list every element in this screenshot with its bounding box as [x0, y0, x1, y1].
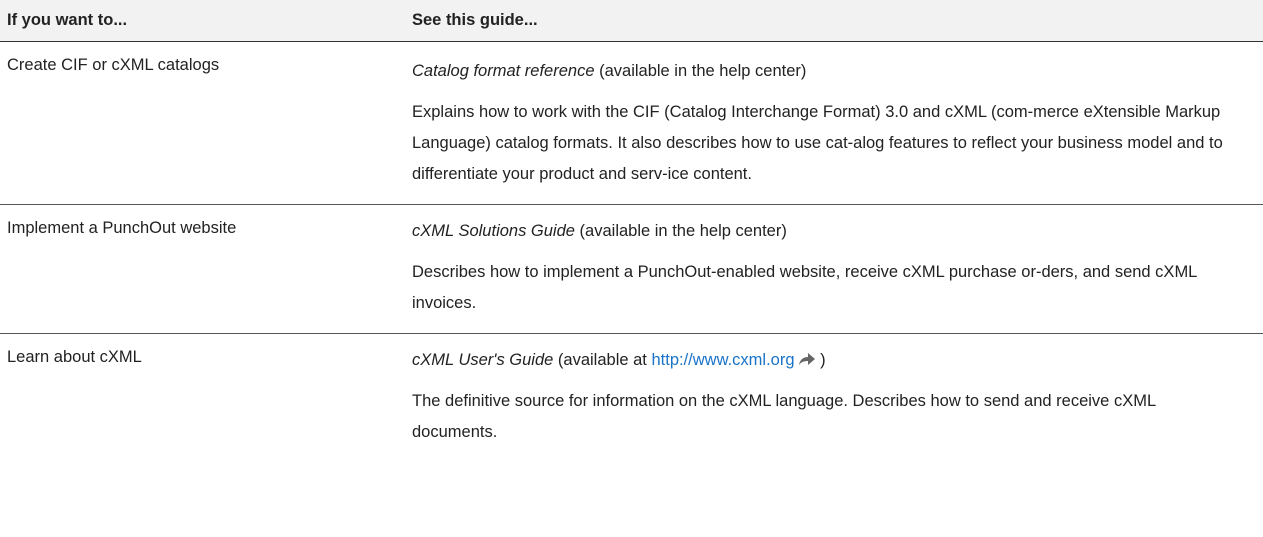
guide-title: cXML Solutions Guide	[412, 222, 575, 240]
row-want-cell: Implement a PunchOut website	[0, 204, 406, 334]
row-want-text: Learn about cXML	[7, 348, 142, 366]
guide-description: The definitive source for information on…	[412, 392, 1156, 441]
guide-availability: (available at	[553, 351, 652, 369]
guide-availability: (available in the help center)	[594, 62, 807, 80]
header-guide: See this guide...	[406, 0, 1263, 42]
guide-availability: (available in the help center)	[574, 222, 787, 240]
guide-title: cXML User's Guide	[412, 351, 554, 369]
guide-reference: cXML Solutions Guide (available in the h…	[412, 205, 1243, 245]
table-row: Create CIF or cXML catalogs Catalog form…	[0, 41, 1263, 205]
table-header-row: If you want to... See this guide...	[0, 0, 1263, 42]
header-want: If you want to...	[0, 0, 406, 42]
guide-reference: Catalog format reference (available in t…	[412, 42, 1243, 85]
row-guide-cell: cXML User's Guide (available at http://w…	[406, 334, 1263, 449]
guide-title: Catalog format reference	[412, 62, 595, 80]
table-row: Learn about cXML cXML User's Guide (avai…	[0, 334, 1263, 449]
guide-description: Explains how to work with the CIF (Catal…	[412, 103, 1223, 183]
row-want-text: Implement a PunchOut website	[7, 219, 237, 237]
guide-reference: cXML User's Guide (available at http://w…	[412, 334, 1243, 374]
row-want-cell: Learn about cXML	[0, 334, 406, 449]
external-link-icon[interactable]	[798, 348, 816, 365]
table-row: Implement a PunchOut website cXML Soluti…	[0, 204, 1263, 334]
row-guide-cell: Catalog format reference (available in t…	[406, 41, 1263, 205]
guide-availability-close: )	[815, 351, 826, 369]
guide-description: Describes how to implement a PunchOut-en…	[412, 263, 1197, 312]
cxml-website-link[interactable]: http://www.cxml.org	[651, 351, 794, 369]
row-want-cell: Create CIF or cXML catalogs	[0, 41, 406, 205]
row-want-text: Create CIF or cXML catalogs	[7, 56, 220, 74]
guide-table: If you want to... See this guide... Crea…	[0, 0, 1263, 448]
row-guide-cell: cXML Solutions Guide (available in the h…	[406, 204, 1263, 334]
